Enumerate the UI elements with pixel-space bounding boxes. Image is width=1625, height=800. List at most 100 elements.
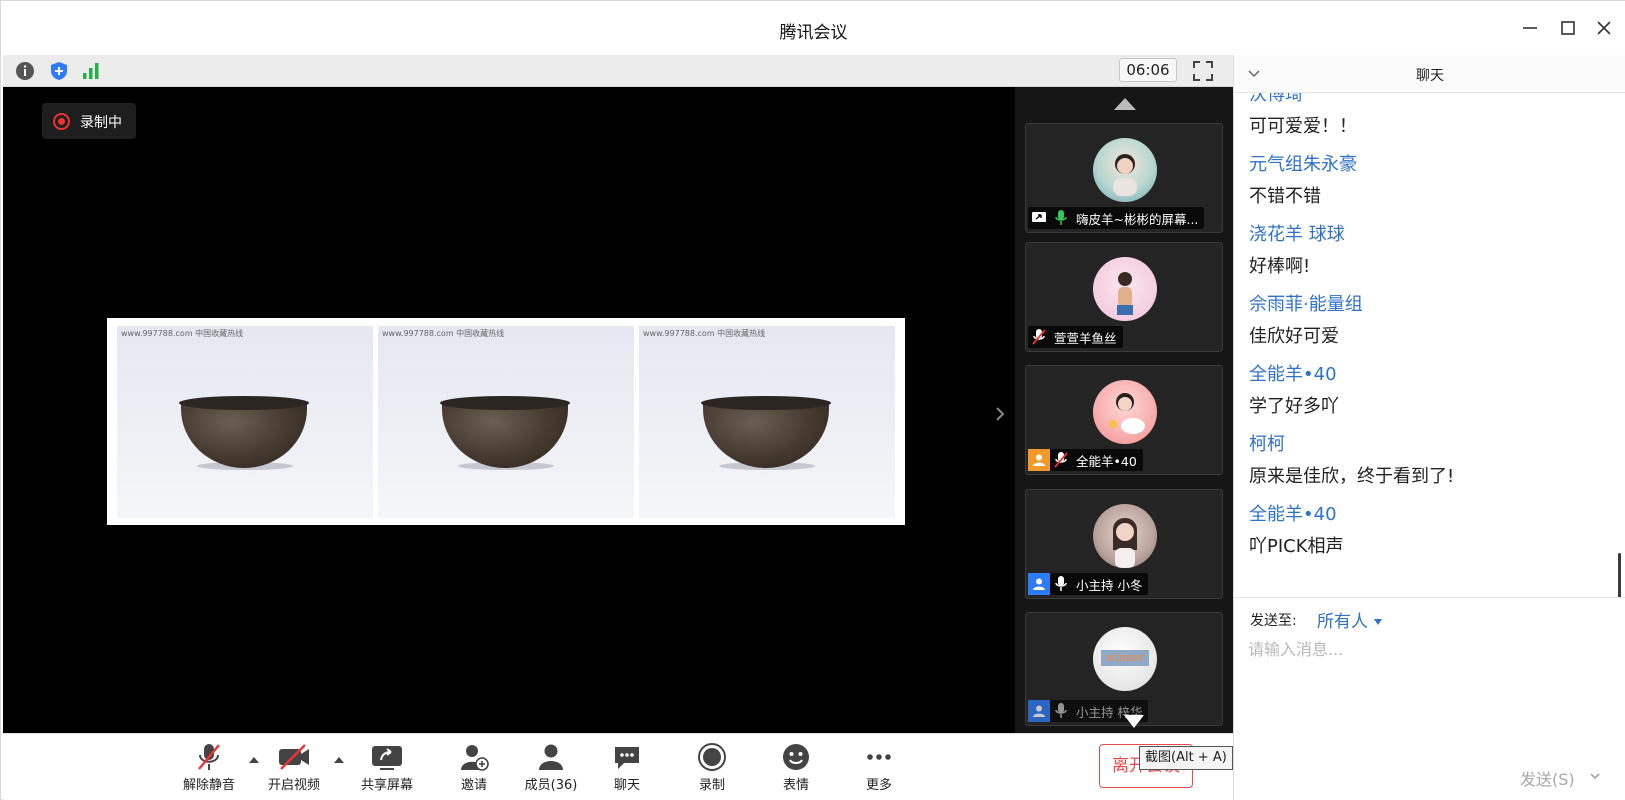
participant-name: 嗨皮羊~彬彬的屏幕...: [1076, 211, 1199, 227]
send-to-label: 发送至:: [1250, 613, 1297, 629]
chat-button[interactable]: 聊天: [592, 742, 662, 796]
photo-watermark: www.997788.com 中国收藏热线: [382, 329, 505, 338]
avatar-winner-text: winner: [1101, 650, 1149, 666]
bowl-photo: www.997788.com 中国收藏热线: [378, 326, 634, 518]
shared-screen-stage[interactable]: 录制中 www.997788.com 中国收藏热线 www.997788.com…: [3, 87, 1015, 733]
message-sender[interactable]: 浇花羊 球球: [1249, 219, 1609, 251]
chat-bubble-icon: [615, 747, 639, 769]
members-button[interactable]: 成员(36): [516, 742, 586, 796]
participant-name-bar: 萱萱羊鱼丝: [1028, 326, 1123, 348]
start-video-button[interactable]: 开启视频: [259, 742, 329, 796]
chevron-down-icon[interactable]: [1590, 772, 1600, 780]
more-button[interactable]: 更多: [844, 742, 914, 796]
reactions-button[interactable]: 表情: [761, 742, 831, 796]
shared-content: www.997788.com 中国收藏热线 www.997788.com 中国收…: [107, 318, 905, 525]
chevron-right-icon[interactable]: [993, 405, 1007, 423]
send-button[interactable]: 发送(S): [1520, 766, 1575, 790]
photo-watermark: www.997788.com 中国收藏热线: [643, 329, 766, 338]
security-shield-icon[interactable]: [49, 61, 69, 81]
participant-panel: 嗨皮羊~彬彬的屏幕... 萱萱羊鱼丝 全能羊•40 小主持 小冬 winner …: [1015, 87, 1233, 733]
mic-on-icon: [1050, 207, 1072, 229]
message-sender[interactable]: 全能羊•40: [1249, 499, 1609, 531]
chat-scrollbar[interactable]: [1618, 553, 1621, 597]
chat-header: 聊天: [1234, 55, 1625, 93]
mic-off-icon: [1050, 700, 1072, 722]
mic-muted-icon: [198, 744, 220, 770]
bowl-image: [701, 396, 831, 470]
message-text: 可可爱爱！！: [1249, 116, 1357, 137]
meeting-window: 腾讯会议 06:06 录制中 www.997788.com 中国收藏热线 www…: [0, 0, 1625, 800]
unmute-button[interactable]: 解除静音: [174, 742, 244, 796]
compose-area: 发送至: 所有人 发送(S): [1234, 597, 1625, 800]
fullscreen-icon[interactable]: [1191, 59, 1215, 83]
message-text: 好棒啊!: [1249, 256, 1311, 277]
members-label: 成员(36): [524, 778, 578, 793]
screen-share-icon: [1028, 207, 1050, 229]
recording-badge: 录制中: [42, 103, 136, 139]
chevron-up-icon[interactable]: [333, 756, 345, 764]
share-screen-button[interactable]: 共享屏幕: [352, 742, 422, 796]
chat-message: 柯柯 原来是佳欣，终于看到了!: [1249, 429, 1609, 499]
avatar: [1093, 380, 1157, 444]
camera-off-icon: [279, 744, 309, 770]
start-video-label: 开启视频: [267, 778, 320, 793]
message-sender[interactable]: 全能羊•40: [1249, 359, 1609, 391]
recipient-select[interactable]: 所有人: [1317, 607, 1382, 632]
record-button[interactable]: 录制: [677, 742, 747, 796]
title-bar: 腾讯会议: [1, 1, 1625, 55]
chat-message: 浇花羊 球球 好棒啊!: [1249, 219, 1609, 289]
participant-tile[interactable]: 嗨皮羊~彬彬的屏幕...: [1025, 123, 1223, 233]
invite-button[interactable]: 邀请: [439, 742, 509, 796]
mic-muted-icon: [1050, 449, 1072, 471]
avatar: [1093, 504, 1157, 568]
mic-muted-icon: [1028, 326, 1050, 348]
info-icon[interactable]: [15, 61, 35, 81]
minimize-icon[interactable]: [1517, 15, 1543, 41]
bowl-photo: www.997788.com 中国收藏热线: [117, 326, 373, 518]
participant-name-bar: 全能羊•40: [1028, 449, 1143, 471]
participant-tile[interactable]: 全能羊•40: [1025, 365, 1223, 475]
screenshot-tooltip: 截图(Alt + A): [1139, 746, 1233, 770]
invite-user-icon: [461, 745, 489, 771]
chat-title: 聊天: [1416, 68, 1444, 84]
bottom-toolbar: 解除静音 开启视频 共享屏幕 邀请 成员(36) 聊天 录制 表情 更多 截图(…: [3, 733, 1233, 800]
window-title: 腾讯会议: [779, 23, 848, 43]
message-sender[interactable]: 沃博琦: [1249, 93, 1609, 111]
record-dot-icon: [53, 113, 70, 130]
avatar: [1093, 138, 1157, 202]
close-icon[interactable]: [1591, 15, 1617, 41]
bowl-image: [179, 396, 309, 470]
message-list[interactable]: 沃博琦 可可爱爱！！ 元气组朱永豪 不错不错 浇花羊 球球 好棒啊! 佘雨菲·能…: [1234, 93, 1625, 597]
participant-name-bar: 小主持 小冬: [1028, 573, 1149, 595]
avatar: [1093, 257, 1157, 321]
network-signal-icon[interactable]: [81, 61, 101, 81]
chat-message: 佘雨菲·能量组 佳欣好可爱: [1249, 289, 1609, 359]
dropdown-arrow-icon: [1374, 619, 1382, 625]
message-input[interactable]: [1248, 636, 1608, 736]
message-sender[interactable]: 柯柯: [1249, 429, 1609, 461]
chat-message: 沃博琦 可可爱爱！！: [1249, 93, 1609, 149]
message-sender[interactable]: 元气组朱永豪: [1249, 149, 1609, 181]
invite-label: 邀请: [460, 778, 487, 793]
participant-tile[interactable]: 萱萱羊鱼丝: [1025, 242, 1223, 352]
host-icon: [1028, 449, 1050, 471]
participant-tile[interactable]: winner 小主持 梓华: [1025, 612, 1223, 726]
bowl-image: [440, 396, 570, 470]
unmute-label: 解除静音: [182, 778, 235, 793]
message-text: 不错不错: [1249, 186, 1321, 207]
reactions-label: 表情: [782, 778, 809, 793]
participant-tile[interactable]: 小主持 小冬: [1025, 489, 1223, 599]
message-text: 学了好多吖: [1249, 396, 1339, 417]
user-icon: [1028, 573, 1050, 595]
message-sender[interactable]: 佘雨菲·能量组: [1249, 289, 1609, 321]
chat-message: 元气组朱永豪 不错不错: [1249, 149, 1609, 219]
message-text: 原来是佳欣，终于看到了!: [1249, 466, 1455, 487]
maximize-icon[interactable]: [1555, 15, 1581, 41]
scroll-up-icon[interactable]: [1113, 97, 1137, 111]
chat-message: 全能羊•40 学了好多吖: [1249, 359, 1609, 429]
meeting-timer: 06:06: [1119, 58, 1177, 82]
members-icon: [539, 744, 563, 770]
share-screen-label: 共享屏幕: [360, 778, 413, 793]
scroll-down-icon[interactable]: [1123, 713, 1145, 729]
participant-name: 萱萱羊鱼丝: [1054, 330, 1117, 346]
